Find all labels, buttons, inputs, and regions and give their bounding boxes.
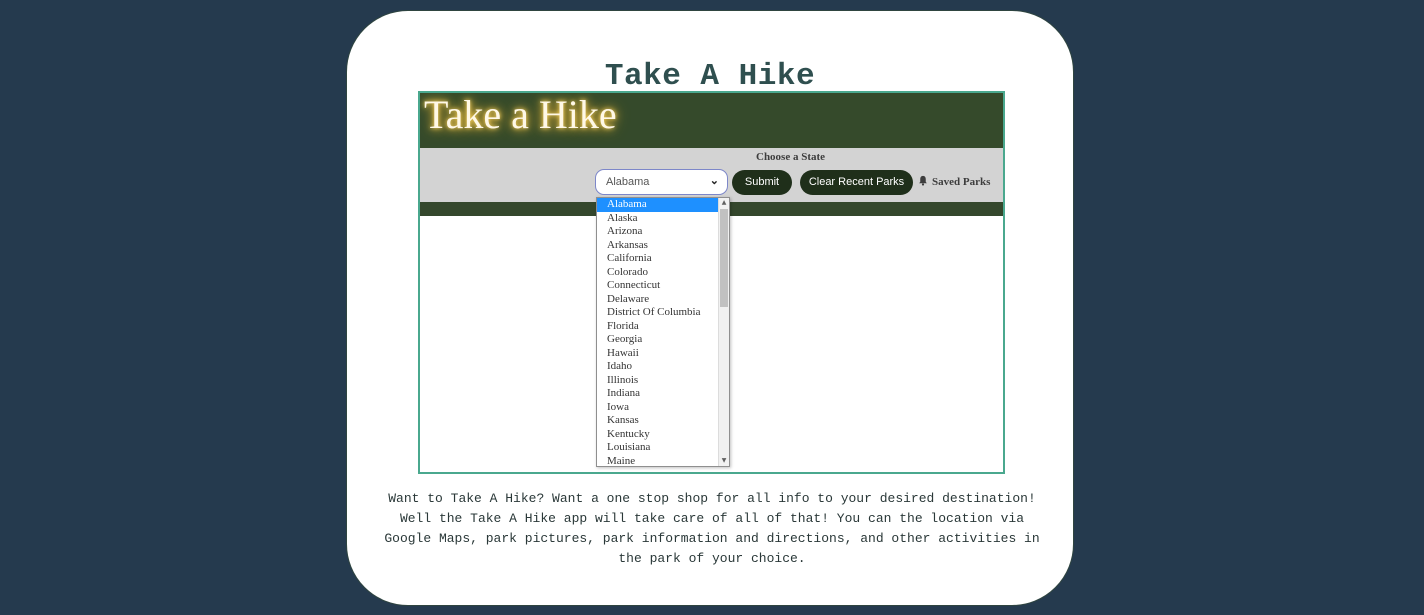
state-option[interactable]: Colorado bbox=[597, 266, 718, 280]
state-option[interactable]: Hawaii bbox=[597, 347, 718, 361]
saved-parks-link[interactable]: Saved Parks bbox=[917, 175, 990, 188]
state-option[interactable]: Alabama bbox=[597, 198, 718, 212]
state-option[interactable]: Arkansas bbox=[597, 239, 718, 253]
submit-button[interactable]: Submit bbox=[732, 170, 792, 195]
state-option[interactable]: Maine bbox=[597, 455, 718, 467]
state-option[interactable]: Kansas bbox=[597, 414, 718, 428]
state-options: Alabama Alaska Arizona Arkansas California Co… bbox=[597, 198, 718, 467]
state-option[interactable]: California bbox=[597, 252, 718, 266]
state-option[interactable]: Alaska bbox=[597, 212, 718, 226]
state-option[interactable]: Illinois bbox=[597, 374, 718, 388]
state-option[interactable]: Idaho bbox=[597, 360, 718, 374]
dropdown-scrollbar[interactable]: ▲ ▼ bbox=[718, 198, 729, 466]
state-option[interactable]: Arizona bbox=[597, 225, 718, 239]
clear-recent-parks-button[interactable]: Clear Recent Parks bbox=[800, 170, 913, 195]
scroll-up-arrow-icon[interactable]: ▲ bbox=[719, 198, 729, 208]
page-title: Take A Hike bbox=[604, 59, 816, 94]
app-logo-title: Take a Hike bbox=[424, 92, 617, 137]
state-option[interactable]: Connecticut bbox=[597, 279, 718, 293]
bell-icon bbox=[919, 175, 927, 186]
state-option[interactable]: Indiana bbox=[597, 387, 718, 401]
app-screenshot: Take a Hike Choose a State Alabama ⌄ Sub… bbox=[418, 91, 1005, 474]
saved-parks-label: Saved Parks bbox=[932, 176, 991, 188]
state-option[interactable]: Iowa bbox=[597, 401, 718, 415]
choose-state-label: Choose a State bbox=[756, 151, 826, 163]
chevron-down-icon: ⌄ bbox=[709, 175, 719, 187]
scroll-down-arrow-icon[interactable]: ▼ bbox=[719, 456, 729, 466]
scrollbar-thumb[interactable] bbox=[720, 209, 728, 307]
state-option[interactable]: Florida bbox=[597, 320, 718, 334]
state-option[interactable]: Delaware bbox=[597, 293, 718, 307]
state-option[interactable]: Georgia bbox=[597, 333, 718, 347]
project-description: Want to Take A Hike? Want a one stop sho… bbox=[384, 491, 1040, 566]
state-dropdown-list[interactable]: Alabama Alaska Arizona Arkansas California Co… bbox=[596, 197, 730, 467]
state-select[interactable]: Alabama ⌄ bbox=[595, 169, 728, 195]
state-option[interactable]: District Of Columbia bbox=[597, 306, 718, 320]
state-select-value: Alabama bbox=[606, 176, 650, 188]
state-option[interactable]: Kentucky bbox=[597, 428, 718, 442]
state-controls-bar: Choose a State Alabama ⌄ Submit Clear Re… bbox=[420, 148, 1003, 202]
app-header: Take a Hike bbox=[420, 93, 1003, 148]
state-option[interactable]: Louisiana bbox=[597, 441, 718, 455]
